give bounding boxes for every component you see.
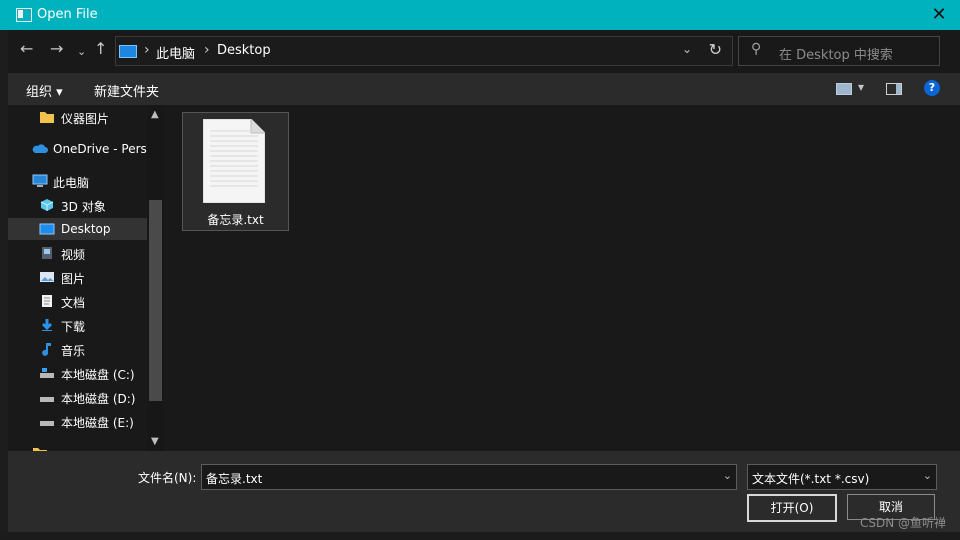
refresh-icon[interactable]: ↻ bbox=[709, 40, 722, 59]
sidebar-item-label: 本地磁盘 (E:) bbox=[61, 416, 134, 430]
address-bar[interactable]: › 此电脑 › Desktop ⌄ ↻ bbox=[115, 36, 733, 66]
sidebar-item-label: 图片 bbox=[61, 272, 86, 286]
address-dropdown-icon[interactable]: ⌄ bbox=[682, 42, 692, 56]
file-name: 备忘录.txt bbox=[207, 213, 264, 227]
sidebar-item-music[interactable]: 音乐 bbox=[8, 338, 148, 360]
chevron-down-icon[interactable]: ⌄ bbox=[723, 469, 732, 482]
sidebar-item-label: 下载 bbox=[61, 320, 86, 334]
sidebar-item-label: 文档 bbox=[61, 296, 86, 310]
breadcrumb-separator-icon: › bbox=[144, 42, 150, 58]
back-button[interactable]: ← bbox=[20, 40, 33, 58]
documents-icon bbox=[42, 295, 52, 307]
sidebar-item-label: 仪器图片 bbox=[61, 112, 110, 126]
close-icon: ✕ bbox=[931, 4, 947, 25]
this-pc-icon bbox=[119, 45, 137, 58]
organize-button[interactable]: 组织 ▾ bbox=[26, 81, 63, 100]
sidebar-item-label: 视频 bbox=[61, 248, 86, 262]
this-pc-icon bbox=[32, 174, 48, 187]
sidebar-item-label: 本地磁盘 (C:) bbox=[61, 368, 135, 382]
folder-icon bbox=[40, 112, 54, 123]
breadcrumb-separator-icon: › bbox=[204, 42, 210, 58]
search-icon: ⚲ bbox=[751, 41, 762, 57]
navigation-bar: ← → ⌄ ↑ › 此电脑 › Desktop ⌄ ↻ ⚲ 在 Desktop … bbox=[8, 30, 960, 72]
recent-locations-button[interactable]: ⌄ bbox=[77, 43, 86, 61]
view-options-dropdown-icon[interactable]: ▾ bbox=[858, 80, 864, 94]
sidebar-item-documents[interactable]: 文档 bbox=[8, 290, 148, 312]
filename-label: 文件名(N): bbox=[138, 471, 197, 485]
drive-icon bbox=[40, 397, 54, 402]
scroll-down-icon[interactable]: ▼ bbox=[151, 436, 159, 447]
pictures-icon bbox=[40, 272, 54, 282]
dialog-footer: 文件名(N): 备忘录.txt ⌄ 文本文件(*.txt *.csv) ⌄ 打开… bbox=[8, 451, 960, 532]
command-toolbar: 组织 ▾ 新建文件夹 ▾ ? bbox=[8, 73, 960, 105]
search-box[interactable]: ⚲ 在 Desktop 中搜索 bbox=[738, 36, 940, 66]
download-icon bbox=[41, 319, 53, 331]
sidebar-item-label: 3D 对象 bbox=[61, 200, 106, 214]
breadcrumb-desktop[interactable]: Desktop bbox=[217, 43, 271, 58]
view-options-icon[interactable] bbox=[836, 83, 852, 95]
file-tile[interactable]: 备忘录.txt bbox=[182, 112, 289, 231]
up-button[interactable]: ↑ bbox=[94, 40, 107, 58]
open-file-dialog: Open File ✕ ← → ⌄ ↑ › 此电脑 › Desktop ⌄ ↻ … bbox=[0, 0, 960, 540]
drive-icon bbox=[40, 368, 54, 378]
up-arrow-icon: ↑ bbox=[94, 39, 108, 58]
title-bar: Open File ✕ bbox=[0, 0, 960, 30]
navigation-pane: 仪器图片 OneDrive - Perso 此电脑 3D 对象 Desktop … bbox=[8, 105, 165, 451]
3d-objects-icon bbox=[40, 199, 54, 211]
forward-arrow-icon: → bbox=[50, 39, 64, 58]
back-arrow-icon: ← bbox=[20, 39, 34, 58]
video-icon bbox=[42, 247, 52, 259]
sidebar-item-pictures[interactable]: 图片 bbox=[8, 266, 148, 288]
sidebar-item-3d-objects[interactable]: 3D 对象 bbox=[8, 194, 148, 216]
file-type-select[interactable]: 文本文件(*.txt *.csv) ⌄ bbox=[747, 464, 937, 490]
preview-pane-icon[interactable] bbox=[886, 83, 902, 95]
search-placeholder: 在 Desktop 中搜索 bbox=[779, 48, 893, 63]
sidebar-item-drive-e[interactable]: 本地磁盘 (E:) bbox=[8, 410, 148, 432]
chevron-down-icon: ⌄ bbox=[77, 45, 87, 58]
sidebar-item-onedrive[interactable]: OneDrive - Perso bbox=[8, 138, 154, 160]
file-type-value: 文本文件(*.txt *.csv) bbox=[752, 472, 870, 486]
scroll-up-icon[interactable]: ▲ bbox=[151, 109, 159, 120]
filename-value: 备忘录.txt bbox=[206, 472, 263, 486]
sidebar-item-label: 音乐 bbox=[61, 344, 86, 358]
new-folder-button[interactable]: 新建文件夹 bbox=[94, 81, 159, 100]
left-border bbox=[0, 30, 8, 540]
sidebar-item-label: 本地磁盘 (D:) bbox=[61, 392, 136, 406]
sidebar-item-drive-d[interactable]: 本地磁盘 (D:) bbox=[8, 386, 148, 408]
help-icon[interactable]: ? bbox=[924, 80, 940, 96]
sidebar-item-label: Desktop bbox=[61, 222, 111, 236]
onedrive-icon bbox=[32, 144, 48, 153]
sidebar-item-videos[interactable]: 视频 bbox=[8, 242, 148, 264]
sidebar-item-partial bbox=[8, 442, 148, 451]
window-title: Open File bbox=[37, 7, 98, 22]
sidebar-item-desktop[interactable]: Desktop bbox=[8, 218, 148, 240]
open-button[interactable]: 打开(O) bbox=[747, 494, 837, 522]
music-icon bbox=[42, 343, 51, 356]
sidebar-item-label: OneDrive - Perso bbox=[53, 142, 155, 156]
close-button[interactable]: ✕ bbox=[928, 4, 950, 26]
sidebar-item-instrument-pictures[interactable]: 仪器图片 bbox=[8, 106, 148, 128]
window-app-icon bbox=[16, 8, 32, 22]
window-bottom-border bbox=[0, 532, 960, 540]
sidebar-item-drive-c[interactable]: 本地磁盘 (C:) bbox=[8, 362, 148, 384]
sidebar-item-downloads[interactable]: 下载 bbox=[8, 314, 148, 336]
chevron-down-icon[interactable]: ⌄ bbox=[923, 469, 932, 482]
desktop-icon bbox=[39, 223, 55, 235]
drive-icon bbox=[40, 421, 54, 426]
sidebar-item-this-pc[interactable]: 此电脑 bbox=[8, 170, 148, 192]
watermark-text: CSDN @鱼听禅 bbox=[859, 516, 946, 530]
scroll-thumb[interactable] bbox=[149, 200, 162, 401]
breadcrumb-this-pc[interactable]: 此电脑 bbox=[156, 43, 195, 62]
sidebar-item-label: 此电脑 bbox=[53, 176, 90, 190]
sidebar-scrollbar[interactable]: ▲ ▼ bbox=[147, 105, 164, 451]
forward-button[interactable]: → bbox=[50, 40, 63, 58]
text-file-icon bbox=[203, 119, 265, 203]
filename-input[interactable]: 备忘录.txt ⌄ bbox=[201, 464, 737, 490]
